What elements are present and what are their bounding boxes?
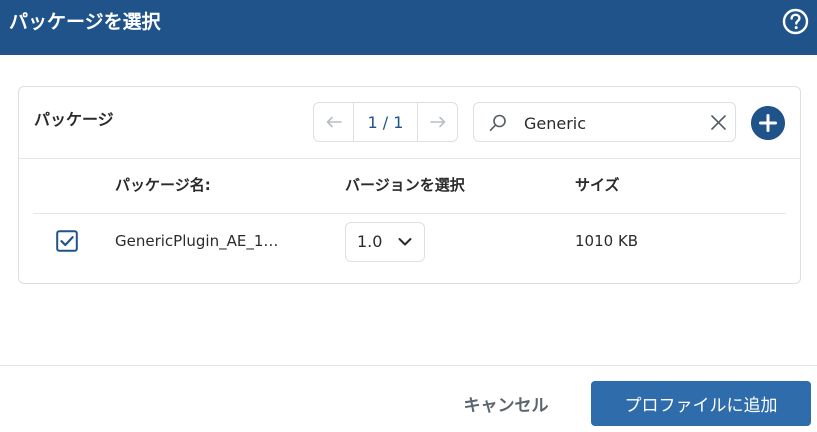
cancel-button[interactable]: キャンセル [452,384,560,422]
version-select[interactable]: 1.0 [345,222,425,262]
version-value: 1.0 [357,232,383,251]
column-header-version: バージョンを選択 [345,176,465,194]
footer-divider [0,365,817,366]
chevron-down-icon [398,238,412,246]
add-package-button[interactable] [751,106,785,140]
dialog-title: パッケージを選択 [9,11,161,33]
prev-page-button[interactable] [314,103,354,141]
arrow-left-icon [326,116,342,128]
pagination: 1 / 1 [313,102,458,142]
close-icon[interactable] [710,114,727,131]
search-box [473,102,736,142]
dialog-header: パッケージを選択 [0,0,817,55]
panel-title: パッケージ [34,110,114,129]
column-header-size: サイズ [575,176,620,194]
next-page-button[interactable] [417,103,457,141]
search-icon [489,114,506,131]
search-input[interactable] [524,111,694,135]
divider [19,158,800,159]
package-name: GenericPlugin_AE_1… [115,232,279,250]
help-icon[interactable] [782,8,809,35]
row-checkbox[interactable] [56,230,78,252]
arrow-right-icon [429,116,445,128]
package-panel: パッケージ 1 / 1 パッケージ名: バージョンを選択 サイズ [18,86,801,284]
package-size: 1010 KB [575,232,639,250]
table-header-divider [33,213,786,214]
column-header-name: パッケージ名: [115,176,211,194]
page-indicator: 1 / 1 [367,112,404,132]
add-to-profile-button[interactable]: プロファイルに追加 [591,381,811,426]
